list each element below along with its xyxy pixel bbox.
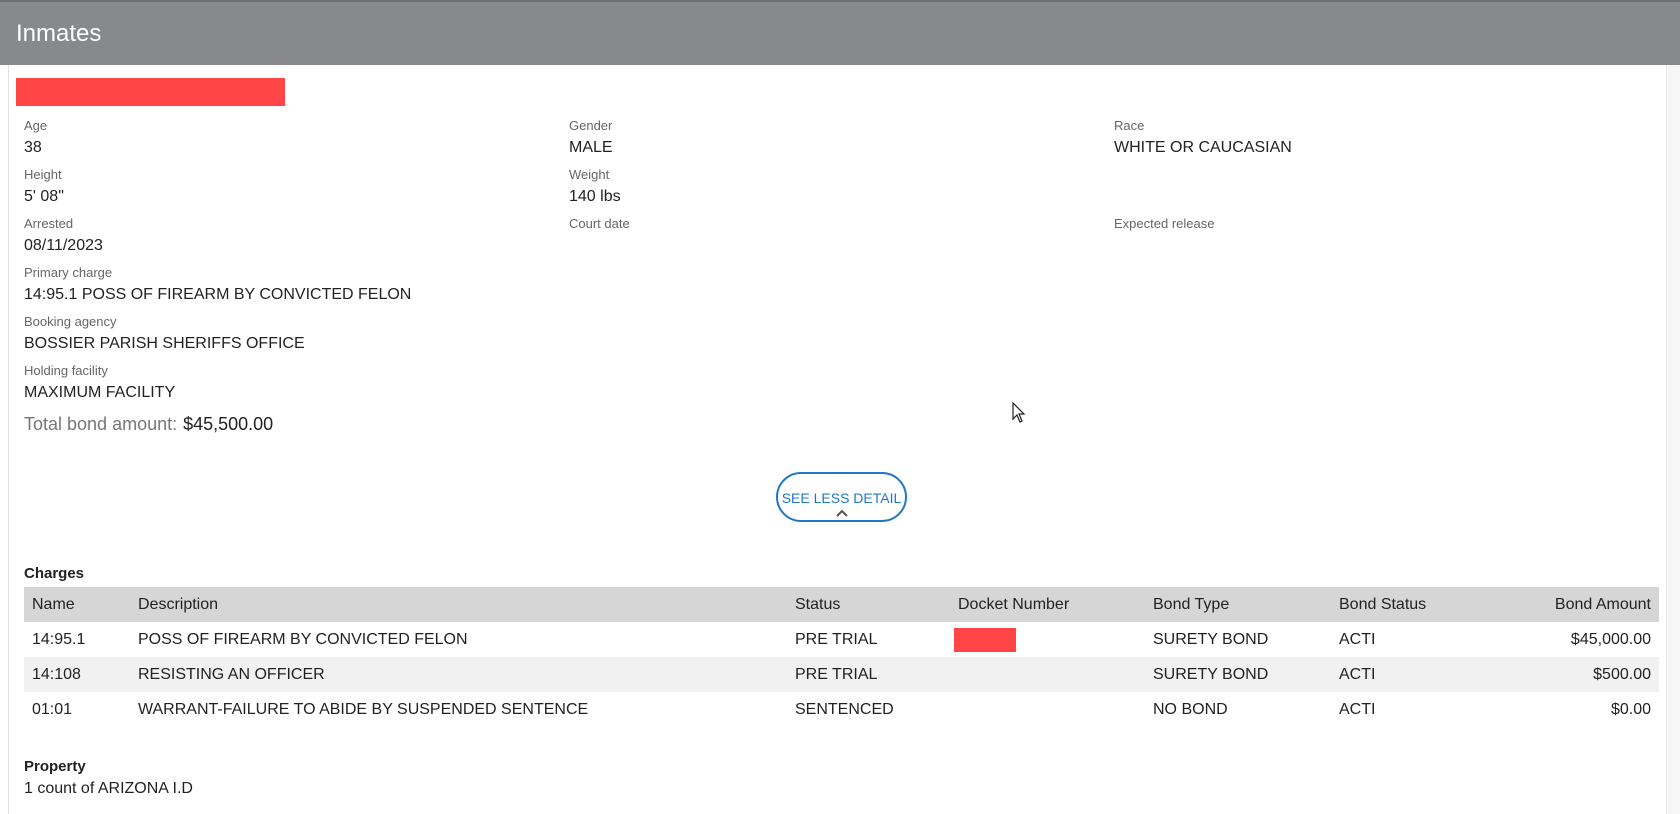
charge-description: POSS OF FIREARM BY CONVICTED FELON [138, 630, 468, 648]
race-field: Race WHITE OR CAUCASIAN [1114, 118, 1292, 158]
age-field: Age 38 [24, 118, 47, 158]
charge-description: RESISTING AN OFFICER [130, 657, 787, 692]
redacted-docket-number [954, 627, 1016, 652]
charge-bond-amount: $500.00 [1481, 657, 1659, 692]
col-description[interactable]: Description [130, 587, 787, 622]
charge-bond-type: SURETY BOND [1145, 657, 1331, 692]
booking-agency-field: Booking agency BOSSIER PARISH SHERIFFS O… [24, 314, 305, 354]
page-title: Inmates [16, 20, 102, 47]
charge-name: 01:01 [32, 700, 73, 718]
page-header: Inmates [0, 0, 1680, 65]
mouse-pointer-icon [1012, 402, 1026, 423]
holding-facility-value: MAXIMUM FACILITY [24, 384, 176, 401]
expected-release-label: Expected release [1114, 216, 1215, 231]
col-status[interactable]: Status [787, 587, 950, 622]
charge-status: PRE TRIAL [795, 630, 878, 648]
gender-field: Gender MALE [569, 118, 613, 158]
charge-bond-amount: $0.00 [1610, 700, 1651, 718]
court-date-field: Court date [569, 216, 630, 236]
charge-name: 14:108 [24, 657, 130, 692]
arrested-field: Arrested 08/11/2023 [24, 216, 103, 256]
charges-header-row: Name Description Status Docket Number Bo… [24, 587, 1659, 622]
charge-status: PRE TRIAL [787, 657, 950, 692]
col-docket-number[interactable]: Docket Number [950, 587, 1145, 622]
primary-charge-field: Primary charge 14:95.1 POSS OF FIREARM B… [24, 265, 411, 305]
primary-charge-value: 14:95.1 POSS OF FIREARM BY CONVICTED FEL… [24, 286, 412, 303]
charge-name: 14:95.1 [32, 630, 86, 648]
table-row: 14:108 RESISTING AN OFFICER PRE TRIAL SU… [24, 657, 1659, 692]
charge-bond-status: ACTI [1339, 700, 1376, 718]
gender-value: MALE [569, 139, 613, 156]
age-label: Age [24, 118, 48, 133]
primary-charge-label: Primary charge [24, 265, 113, 280]
total-bond: Total bond amount: $45,500.00 [24, 414, 273, 435]
weight-field: Weight 140 lbs [569, 167, 621, 207]
total-bond-value: $45,500.00 [183, 414, 274, 434]
col-name[interactable]: Name [24, 587, 130, 622]
property-title: Property [24, 758, 86, 775]
total-bond-label: Total bond amount: [24, 414, 178, 434]
scrollbar[interactable] [1666, 65, 1680, 814]
charge-docket [950, 622, 1145, 657]
chevron-up-icon [835, 509, 848, 517]
table-row: 14:95.1 POSS OF FIREARM BY CONVICTED FEL… [24, 622, 1659, 657]
col-bond-type[interactable]: Bond Type [1145, 587, 1331, 622]
booking-agency-value: BOSSIER PARISH SHERIFFS OFFICE [24, 335, 305, 352]
holding-facility-label: Holding facility [24, 363, 108, 378]
charge-bond-amount: $45,000.00 [1570, 630, 1651, 648]
court-date-label: Court date [569, 216, 630, 231]
see-less-detail-label: SEE LESS DETAIL [781, 489, 902, 506]
redacted-inmate-name [16, 78, 285, 106]
booking-agency-label: Booking agency [24, 314, 117, 329]
arrested-value: 08/11/2023 [24, 237, 103, 254]
height-value: 5' 08" [24, 188, 64, 205]
race-value: WHITE OR CAUCASIAN [1114, 139, 1292, 156]
charges-table: Name Description Status Docket Number Bo… [24, 587, 1659, 727]
charges-title: Charges [24, 565, 85, 582]
charge-docket [950, 657, 1145, 692]
charge-bond-status: ACTI [1339, 630, 1376, 648]
gender-label: Gender [569, 118, 613, 133]
col-bond-status[interactable]: Bond Status [1331, 587, 1481, 622]
property-item: 1 count of ARIZONA I.D [24, 780, 193, 797]
race-label: Race [1114, 118, 1145, 133]
charge-docket [950, 692, 1145, 727]
expected-release-field: Expected release [1114, 216, 1214, 236]
height-label: Height [24, 167, 62, 182]
charge-description: WARRANT-FAILURE TO ABIDE BY SUSPENDED SE… [138, 700, 589, 718]
age-value: 38 [24, 139, 42, 156]
charge-bond-type: SURETY BOND [1153, 630, 1269, 648]
holding-facility-field: Holding facility MAXIMUM FACILITY [24, 363, 175, 403]
see-less-detail-button[interactable]: SEE LESS DETAIL [776, 472, 907, 522]
charge-bond-status: ACTI [1331, 657, 1481, 692]
table-row: 01:01 WARRANT-FAILURE TO ABIDE BY SUSPEN… [24, 692, 1659, 727]
col-bond-amount[interactable]: Bond Amount [1481, 587, 1659, 622]
height-field: Height 5' 08" [24, 167, 64, 207]
weight-value: 140 lbs [569, 188, 621, 205]
arrested-label: Arrested [24, 216, 74, 231]
charge-status: SENTENCED [795, 700, 894, 718]
weight-label: Weight [569, 167, 610, 182]
charge-bond-type: NO BOND [1153, 700, 1228, 718]
